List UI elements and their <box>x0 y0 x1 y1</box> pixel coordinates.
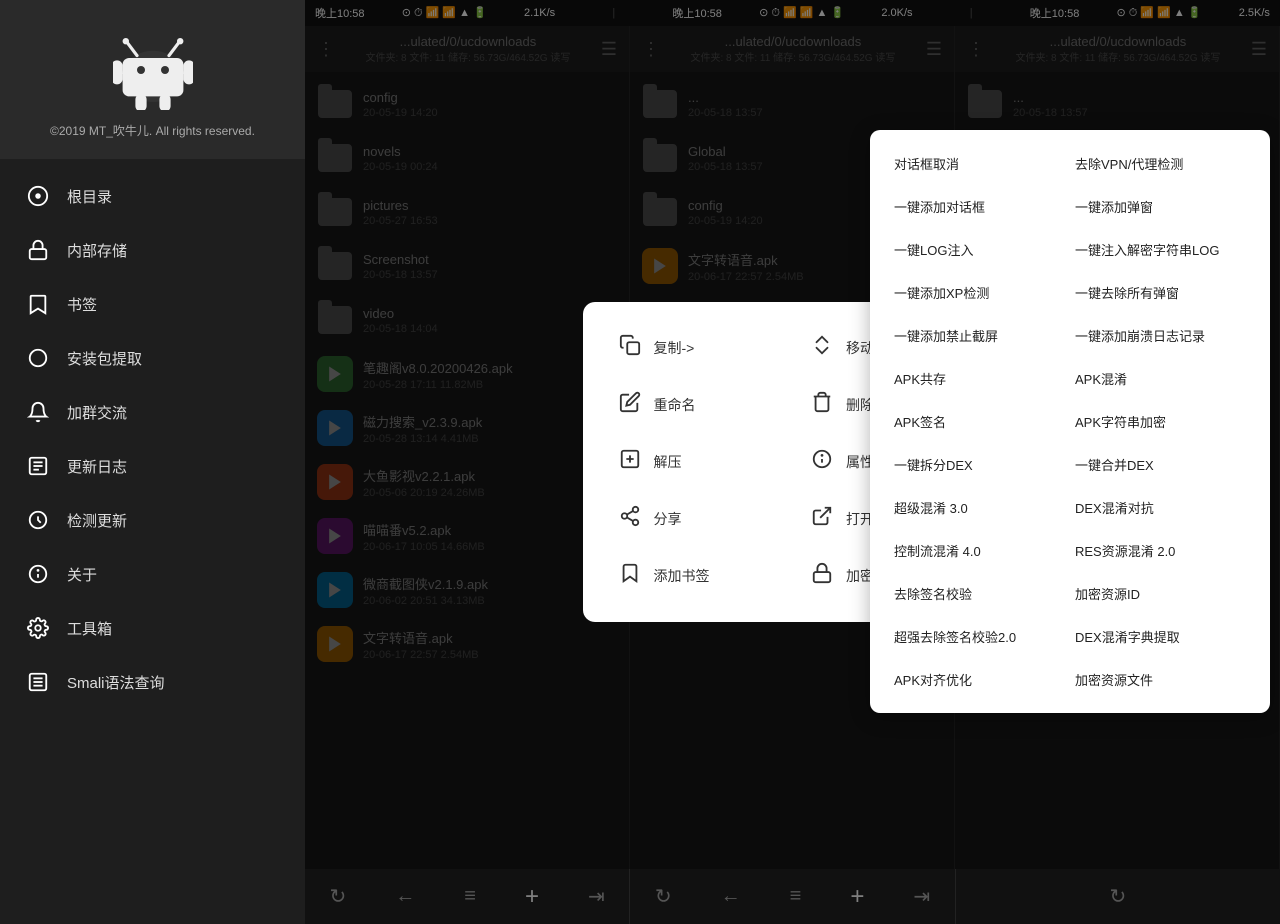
menu-icon-share <box>618 505 642 533</box>
right-menu-col1-3: 一键添加XP检测 <box>894 283 1065 302</box>
menu-icon-properties <box>810 448 834 476</box>
sidebar-icon-group <box>25 399 51 425</box>
menu-icon-extract <box>618 448 642 476</box>
right-menu-col1-1: 一键添加对话框 <box>894 197 1065 216</box>
right-menu-col2-7: 一键合并DEX <box>1075 455 1246 474</box>
sidebar-icon-smali <box>25 669 51 695</box>
sidebar-icon-changelog <box>25 453 51 479</box>
right-menu-item-2[interactable]: 一键LOG注入 一键注入解密字符串LOG <box>870 228 1270 271</box>
sidebar-label-about: 关于 <box>67 564 97 585</box>
right-menu-col2-0: 去除VPN/代理检测 <box>1075 154 1246 173</box>
right-menu-item-4[interactable]: 一键添加禁止截屏 一键添加崩溃日志记录 <box>870 314 1270 357</box>
sidebar-label-root: 根目录 <box>67 186 112 207</box>
sidebar-icon-update <box>25 507 51 533</box>
right-menu-col2-4: 一键添加崩溃日志记录 <box>1075 326 1246 345</box>
menu-label-copy: 复制-> <box>654 338 695 358</box>
sidebar-item-changelog[interactable]: 更新日志 <box>0 439 305 493</box>
menu-label-share: 分享 <box>654 509 682 529</box>
sidebar-item-bookmark[interactable]: 书签 <box>0 277 305 331</box>
menu-icon-rename <box>618 391 642 419</box>
right-menu-col1-12: APK对齐优化 <box>894 670 1065 689</box>
sidebar-item-about[interactable]: 关于 <box>0 547 305 601</box>
right-menu-item-1[interactable]: 一键添加对话框 一键添加弹窗 <box>870 185 1270 228</box>
sidebar-icon-root <box>25 183 51 209</box>
menu-icon-openWith <box>810 505 834 533</box>
menu-item-share[interactable]: 分享 <box>603 493 791 545</box>
sidebar-label-storage: 内部存储 <box>67 240 127 261</box>
menu-item-extract[interactable]: 解压 <box>603 436 791 488</box>
right-menu-item-10[interactable]: 去除签名校验 加密资源ID <box>870 572 1270 615</box>
sidebar-label-smali: Smali语法查询 <box>67 672 165 693</box>
right-menu-item-6[interactable]: APK签名 APK字符串加密 <box>870 400 1270 443</box>
sidebar-label-group: 加群交流 <box>67 402 127 423</box>
menu-item-rename[interactable]: 重命名 <box>603 379 791 431</box>
right-menu-item-8[interactable]: 超级混淆 3.0 DEX混淆对抗 <box>870 486 1270 529</box>
android-logo-icon <box>113 30 193 110</box>
sidebar: ©2019 MT_吹牛儿. All rights reserved. 根目录 内… <box>0 0 305 924</box>
right-menu-col1-10: 去除签名校验 <box>894 584 1065 603</box>
right-menu-col2-8: DEX混淆对抗 <box>1075 498 1246 517</box>
sidebar-icon-toolbox <box>25 615 51 641</box>
sidebar-copyright: ©2019 MT_吹牛儿. All rights reserved. <box>50 122 255 139</box>
sidebar-label-apk: 安装包提取 <box>67 348 142 369</box>
menu-label-bookmark: 添加书签 <box>654 566 710 586</box>
sidebar-item-toolbox[interactable]: 工具箱 <box>0 601 305 655</box>
menu-item-bookmark[interactable]: 添加书签 <box>603 550 791 602</box>
right-menu-col1-9: 控制流混淆 4.0 <box>894 541 1065 560</box>
right-menu-col2-1: 一键添加弹窗 <box>1075 197 1246 216</box>
sidebar-item-update[interactable]: 检测更新 <box>0 493 305 547</box>
right-menu-col2-6: APK字符串加密 <box>1075 412 1246 431</box>
sidebar-item-smali[interactable]: Smali语法查询 <box>0 655 305 709</box>
sidebar-icon-bookmark <box>25 291 51 317</box>
menu-icon-copy <box>618 334 642 362</box>
sidebar-icon-storage <box>25 237 51 263</box>
main-area: 晚上10:58 ⊙ ⏱ 📶 📶 ▲ 🔋 2.1K/s | 晚上10:58 ⊙ ⏱… <box>305 0 1280 924</box>
sidebar-header: ©2019 MT_吹牛儿. All rights reserved. <box>0 0 305 159</box>
menu-icon-delete <box>810 391 834 419</box>
menu-icon-encrypt <box>810 562 834 590</box>
right-menu-col1-5: APK共存 <box>894 369 1065 388</box>
sidebar-item-group[interactable]: 加群交流 <box>0 385 305 439</box>
menu-icon-move <box>810 334 834 362</box>
sidebar-nav: 根目录 内部存储 书签 安装包提取 加群交流 更新日志 检测更新 关于 工具箱 … <box>0 159 305 924</box>
menu-icon-bookmark <box>618 562 642 590</box>
sidebar-item-apk[interactable]: 安装包提取 <box>0 331 305 385</box>
menu-label-extract: 解压 <box>654 452 682 472</box>
sidebar-label-bookmark: 书签 <box>67 294 97 315</box>
right-menu-col2-5: APK混淆 <box>1075 369 1246 388</box>
right-menu-item-7[interactable]: 一键拆分DEX 一键合并DEX <box>870 443 1270 486</box>
right-context-menu: 对话框取消 去除VPN/代理检测 一键添加对话框 一键添加弹窗 一键LOG注入 … <box>870 130 1270 713</box>
right-menu-item-12[interactable]: APK对齐优化 加密资源文件 <box>870 658 1270 701</box>
right-menu-col1-0: 对话框取消 <box>894 154 1065 173</box>
right-menu-item-9[interactable]: 控制流混淆 4.0 RES资源混淆 2.0 <box>870 529 1270 572</box>
right-menu-col2-11: DEX混淆字典提取 <box>1075 627 1246 646</box>
sidebar-icon-apk <box>25 345 51 371</box>
right-menu-col1-7: 一键拆分DEX <box>894 455 1065 474</box>
menu-item-copy[interactable]: 复制-> <box>603 322 791 374</box>
right-menu-col1-6: APK签名 <box>894 412 1065 431</box>
right-menu-col1-4: 一键添加禁止截屏 <box>894 326 1065 345</box>
sidebar-label-toolbox: 工具箱 <box>67 618 112 639</box>
sidebar-icon-about <box>25 561 51 587</box>
right-menu-col2-9: RES资源混淆 2.0 <box>1075 541 1246 560</box>
right-menu-item-5[interactable]: APK共存 APK混淆 <box>870 357 1270 400</box>
right-menu-col1-8: 超级混淆 3.0 <box>894 498 1065 517</box>
right-menu-col2-2: 一键注入解密字符串LOG <box>1075 240 1246 259</box>
sidebar-label-changelog: 更新日志 <box>67 456 127 477</box>
right-menu-item-11[interactable]: 超强去除签名校验2.0 DEX混淆字典提取 <box>870 615 1270 658</box>
right-menu-col2-10: 加密资源ID <box>1075 584 1246 603</box>
right-menu-item-0[interactable]: 对话框取消 去除VPN/代理检测 <box>870 142 1270 185</box>
right-menu-item-3[interactable]: 一键添加XP检测 一键去除所有弹窗 <box>870 271 1270 314</box>
right-menu-col1-11: 超强去除签名校验2.0 <box>894 627 1065 646</box>
sidebar-label-update: 检测更新 <box>67 510 127 531</box>
right-menu-col2-3: 一键去除所有弹窗 <box>1075 283 1246 302</box>
menu-label-rename: 重命名 <box>654 395 696 415</box>
right-menu-col2-12: 加密资源文件 <box>1075 670 1246 689</box>
sidebar-item-storage[interactable]: 内部存储 <box>0 223 305 277</box>
sidebar-item-root[interactable]: 根目录 <box>0 169 305 223</box>
right-menu-col1-2: 一键LOG注入 <box>894 240 1065 259</box>
